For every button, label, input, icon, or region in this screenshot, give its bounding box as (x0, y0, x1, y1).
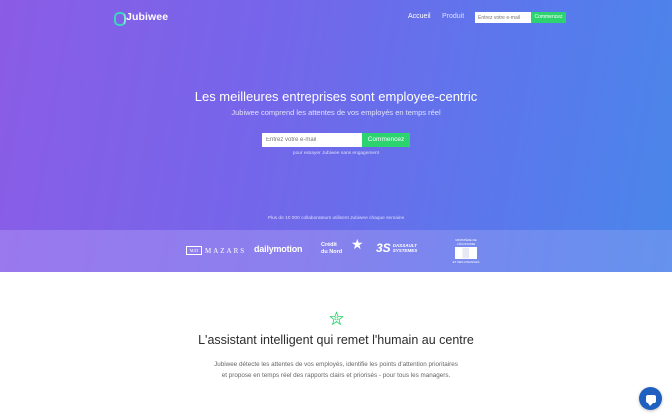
dassault-text: DASSAULT SYSTEMES (393, 243, 418, 253)
credit-line-1: Crédit (321, 242, 337, 248)
mazars-text: MAZARS (205, 246, 247, 255)
section-description: Jubiwee détecte les attentes de vos empl… (214, 361, 458, 379)
chat-bubble-icon (645, 394, 656, 406)
nav-link-accueil[interactable]: Accueil (408, 13, 431, 20)
credit-du-nord-star-icon: ★ (351, 236, 364, 252)
mazars-logo: M/ZI MAZARS (186, 246, 246, 255)
client-logos-band: M/ZI MAZARS dailymotion Crédit du Nord ★… (0, 230, 672, 272)
hero-title: Les meilleures entreprises sont employee… (194, 89, 478, 104)
credit-du-nord-logo: Crédit du Nord (321, 242, 342, 256)
hero-start-button[interactable]: Commencez (362, 133, 410, 147)
ministry-bottom-text: ET DES FINANCES (452, 260, 480, 264)
section-title: L'assistant intelligent qui remet l'huma… (198, 333, 474, 347)
credit-line-2: du Nord (321, 249, 343, 255)
header-start-button[interactable]: Commencez (531, 12, 566, 23)
top-nav: Accueil Produit Commencez (0, 12, 672, 24)
hero-subtitle: Jubiwee comprend les attentes de vos emp… (231, 108, 441, 117)
ministry-top-text: MINISTÈRE DE L'ÉCONOMIE (455, 238, 477, 246)
header-email-input[interactable] (475, 12, 532, 23)
hero-section: Jubiwee Accueil Produit Commencez Les me… (0, 0, 672, 230)
dassault-line-2: SYSTEMES (392, 248, 418, 253)
user-count-text: Plus de 10 000 collaborateurs utilisent … (267, 216, 405, 221)
dassault-mark: 3S (376, 241, 391, 255)
ministry-logo: MINISTÈRE DE L'ÉCONOMIE ET DES FINANCES (449, 238, 483, 264)
sparkle-star-icon (329, 311, 344, 325)
marianne-flag-icon (455, 247, 477, 259)
dailymotion-logo: dailymotion (254, 244, 303, 254)
nav-link-produit[interactable]: Produit (442, 13, 464, 20)
chat-launcher-button[interactable] (639, 387, 662, 410)
mazars-box: M/ZI (186, 246, 202, 255)
hero-note: pour essayer Jubiwee sans engagement (292, 151, 380, 156)
dassault-systemes-logo: 3S DASSAULT SYSTEMES (376, 241, 417, 255)
hero-email-input[interactable] (262, 133, 363, 147)
